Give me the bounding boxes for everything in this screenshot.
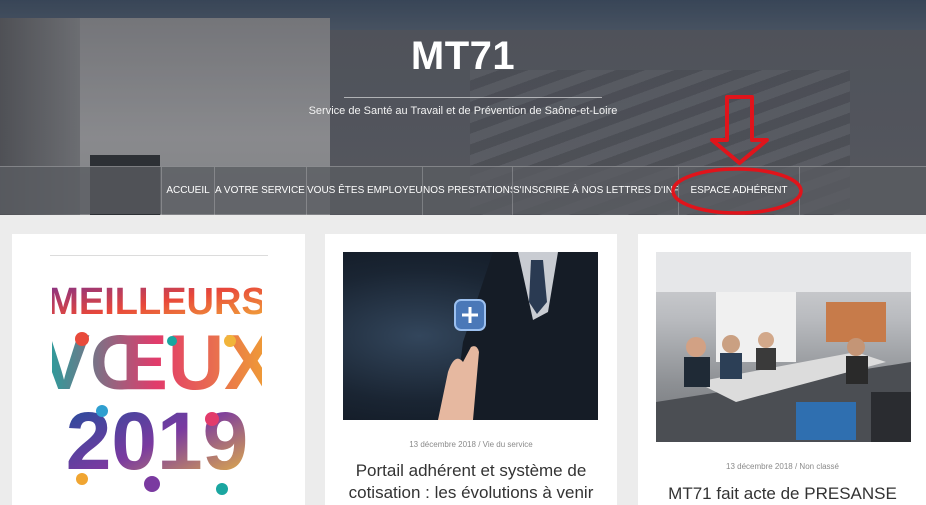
voeux-line-2: VŒUX [52, 318, 262, 406]
post-meta: 13 décembre 2018 / Vie du service [325, 440, 617, 449]
post-title[interactable]: Portail adhérent et système de cotisatio… [335, 460, 607, 504]
post-image-meeting[interactable] [656, 252, 911, 442]
plus-icon [454, 299, 486, 331]
businessman-illustration [438, 252, 598, 420]
meeting-photo-illustration [656, 252, 911, 442]
tagline-divider [344, 97, 602, 98]
nav-item-a-votre-service[interactable]: A votre service ! [214, 167, 306, 215]
post-category[interactable]: Vie du service [483, 440, 533, 449]
post-date[interactable]: 13 décembre 2018 [409, 440, 476, 449]
site-title[interactable]: MT71 [0, 34, 926, 79]
post-date[interactable]: 13 décembre 2018 [726, 462, 793, 471]
voeux-line-3: 2019 [66, 396, 248, 487]
post-card-portail[interactable]: 13 décembre 2018 / Vie du service Portai… [325, 234, 617, 505]
voeux-line-1: MEILLEURS [52, 281, 262, 323]
meta-separator: / [794, 462, 798, 471]
voeux-2019-image[interactable]: MEILLEURS VŒUX 2019 [52, 279, 262, 505]
nav-item-employeur[interactable]: Vous êtes employeur... [306, 167, 422, 215]
main-navigation: Accueil A votre service ! Vous êtes empl… [0, 166, 926, 215]
post-card-presanse[interactable]: 13 décembre 2018 / Non classé MT71 fait … [638, 234, 926, 505]
nav-item-prestations[interactable]: Nos prestations [422, 167, 512, 215]
card-divider [50, 255, 268, 256]
meta-separator: / [478, 440, 481, 449]
site-tagline: Service de Santé au Travail et de Préven… [308, 105, 618, 117]
post-meta: 13 décembre 2018 / Non classé [638, 462, 926, 471]
post-card-voeux[interactable]: MEILLEURS VŒUX 2019 [12, 234, 305, 505]
nav-item-newsletter[interactable]: S'inscrire à nos lettres d'information [512, 167, 678, 215]
nav-item-espace-adherent[interactable]: Espace adhérent [678, 167, 800, 215]
nav-item-accueil[interactable]: Accueil [161, 167, 214, 215]
post-title[interactable]: MT71 fait acte de PRESANSE [638, 484, 926, 504]
post-category[interactable]: Non classé [799, 462, 839, 471]
post-image-businessman[interactable] [343, 252, 598, 420]
